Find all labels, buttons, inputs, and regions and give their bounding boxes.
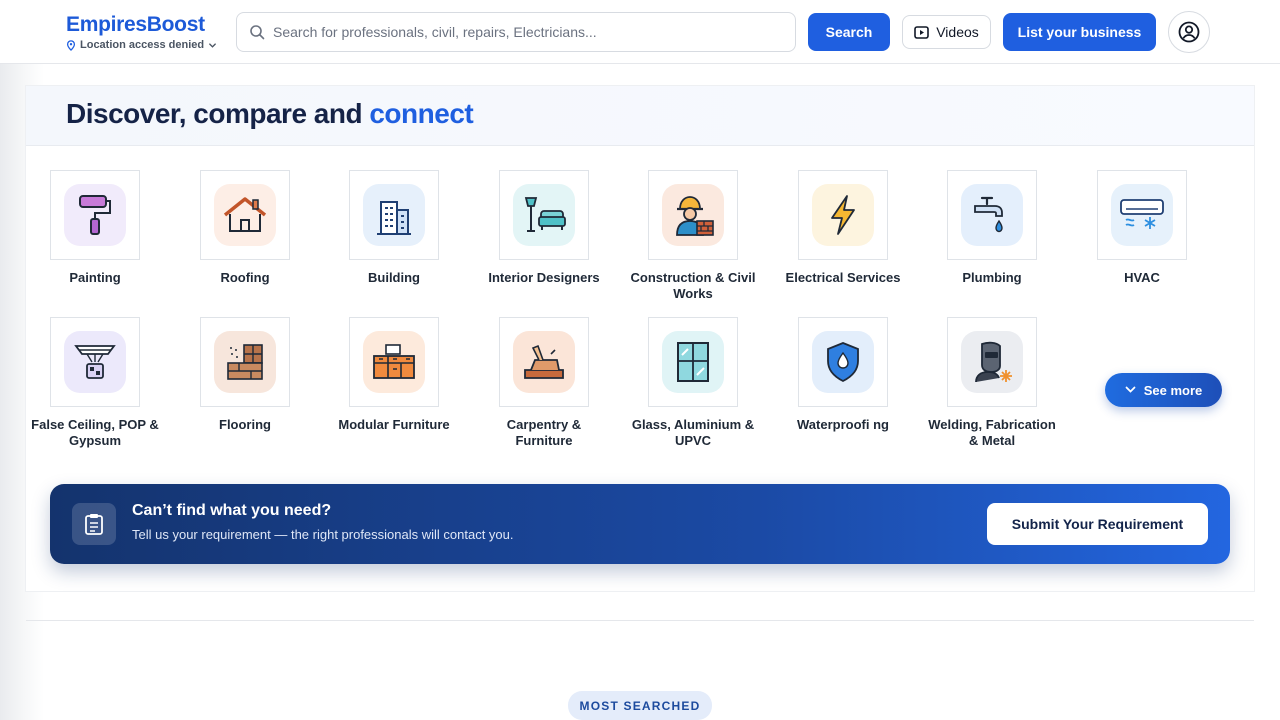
welder-mask-icon <box>961 331 1023 393</box>
paint-roller-icon <box>64 184 126 246</box>
location-status-text: Location access denied <box>80 39 205 51</box>
lightning-bolt-icon <box>812 184 874 246</box>
building-icon <box>363 184 425 246</box>
see-more-button[interactable]: See more <box>1105 373 1222 407</box>
category-label: HVAC <box>1124 270 1160 285</box>
category-tile[interactable] <box>499 317 589 407</box>
brand-logo-text[interactable]: EmpiresBoost <box>66 12 217 38</box>
videos-button-label: Videos <box>936 24 979 40</box>
title-main-text: Discover, compare and <box>66 98 370 129</box>
list-business-button[interactable]: List your business <box>1003 13 1156 51</box>
wood-plane-icon <box>513 331 575 393</box>
category-tile[interactable] <box>349 317 439 407</box>
category-tile[interactable] <box>50 170 140 260</box>
most-searched-badge: MOST SEARCHED <box>568 691 712 720</box>
title-accent-text: connect <box>369 98 474 129</box>
category-discovery-card: Discover, compare and connect Painting R… <box>26 86 1254 591</box>
chevron-down-icon <box>209 42 216 48</box>
category-label: Waterproofi ng <box>797 417 889 432</box>
category-tile[interactable] <box>200 170 290 260</box>
search-icon <box>250 25 265 40</box>
category-label: Building <box>368 270 420 285</box>
user-account-icon <box>1178 21 1200 43</box>
modular-cabinet-icon <box>363 331 425 393</box>
submit-requirement-button[interactable]: Submit Your Requirement <box>987 503 1208 545</box>
water-tap-icon <box>961 184 1023 246</box>
category-label: Glass, Aluminium & UPVC <box>631 417 755 448</box>
category-tile[interactable] <box>798 170 888 260</box>
category-label: Flooring <box>219 417 271 432</box>
requirement-cta-banner: Can’t find what you need? Tell us your r… <box>50 484 1230 564</box>
construction-worker-icon <box>662 184 724 246</box>
account-button[interactable] <box>1168 11 1210 53</box>
cta-title: Can’t find what you need? <box>132 502 332 519</box>
chevron-down-icon <box>1125 386 1136 393</box>
location-selector[interactable]: Location access denied <box>66 39 217 51</box>
section-divider <box>26 620 1254 621</box>
see-more-label: See more <box>1143 382 1203 398</box>
category-label: Construction & Civil Works <box>630 270 756 301</box>
search-field[interactable] <box>236 12 796 52</box>
category-tile[interactable] <box>50 317 140 407</box>
ceiling-light-icon <box>64 331 126 393</box>
category-label: Interior Designers <box>488 270 600 285</box>
category-label: Welding, Fabrication & Metal <box>928 417 1056 448</box>
category-label: Carpentry & Furniture <box>506 417 582 448</box>
category-label: Plumbing <box>962 270 1022 285</box>
map-pin-icon <box>66 39 76 51</box>
category-tile[interactable] <box>1097 170 1187 260</box>
roof-house-icon <box>214 184 276 246</box>
hero-banner: Discover, compare and connect <box>26 86 1254 146</box>
category-label: Roofing <box>220 270 270 285</box>
top-navbar: EmpiresBoost Location access denied Sear… <box>0 0 1280 64</box>
brand-block[interactable]: EmpiresBoost Location access denied <box>66 12 217 51</box>
category-tile[interactable] <box>349 170 439 260</box>
category-label: Painting <box>69 270 121 285</box>
category-label: Modular Furniture <box>338 417 450 432</box>
floor-tiles-icon <box>214 331 276 393</box>
video-play-icon <box>914 25 930 39</box>
air-conditioner-icon <box>1111 184 1173 246</box>
category-tile[interactable] <box>798 317 888 407</box>
glass-window-icon <box>662 331 724 393</box>
category-tile[interactable] <box>200 317 290 407</box>
cta-subtitle: Tell us your requirement — the right pro… <box>132 527 514 542</box>
category-label: Electrical Services <box>785 270 901 285</box>
videos-button[interactable]: Videos <box>902 15 991 49</box>
search-input[interactable] <box>273 24 773 40</box>
category-tile[interactable] <box>648 317 738 407</box>
water-shield-icon <box>812 331 874 393</box>
page-title: Discover, compare and connect <box>66 98 474 130</box>
lamp-sofa-icon <box>513 184 575 246</box>
clipboard-icon <box>72 503 116 545</box>
category-label: False Ceiling, POP & Gypsum <box>31 417 159 448</box>
category-tile[interactable] <box>499 170 589 260</box>
category-tile[interactable] <box>947 317 1037 407</box>
category-tile[interactable] <box>648 170 738 260</box>
category-tile[interactable] <box>947 170 1037 260</box>
search-button[interactable]: Search <box>808 13 890 51</box>
